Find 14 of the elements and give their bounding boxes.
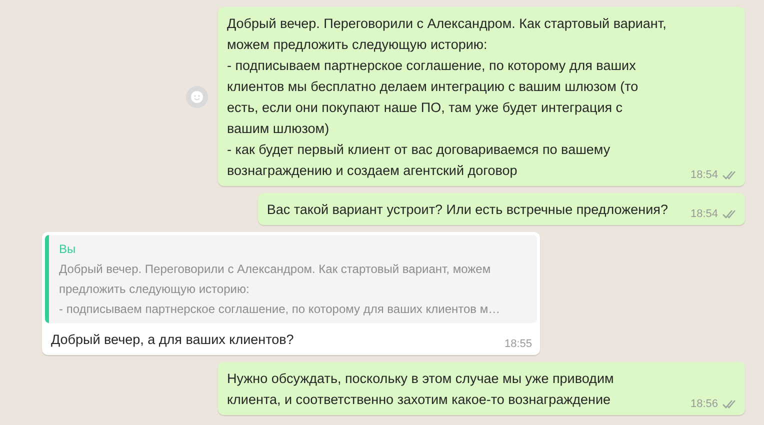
quote-text: предложить следующую историю:	[59, 281, 250, 298]
message-time: 18:54	[690, 168, 718, 182]
message-text: Добрый вечер. Переговорили с Александром. Как стартовый вариант, можем предложить следующую историю: - подписываем партнерское соглашение, по которому для ваших клиентов мы бесплатно делаем интеграцию с вашим шлюзом (то есть, если они покупают наше ПО, там уже будет интеграция с вашим шлюзом) - как будет первый клиент от вас договариваемся по вашему вознаграждению и создаем агентский договор	[227, 15, 668, 180]
quote-text: Добрый вечер. Переговорили с Александром. Как стартовый вариант, можем	[59, 261, 492, 278]
quote-text: - подписываем партнерское соглашение, по которому для ваших клиентов м…	[59, 301, 502, 318]
quote-author: Вы	[59, 241, 77, 258]
emoji-icon[interactable]	[186, 86, 208, 108]
message-text: Добрый вечер, а для ваших клиентов?	[51, 331, 294, 349]
message-text: Вас такой вариант устроит? Или есть встречные предложения?	[266, 201, 668, 219]
message-time: 18:54	[690, 206, 718, 222]
message-text: Нужно обсуждать, поскольку в этом случае мы уже приводим клиента, и соответственно захотим какое-то вознаграждение	[227, 370, 615, 409]
message-time: 18:55	[504, 336, 532, 352]
quoted-message[interactable]: Вы Добрый вечер. Переговорили с Александром. Как стартовый вариант, можем предложить следующую историю: - подписываем партнерское соглашение, по которому для ваших клиентов м…	[45, 235, 537, 323]
message-time: 18:56	[690, 396, 718, 412]
